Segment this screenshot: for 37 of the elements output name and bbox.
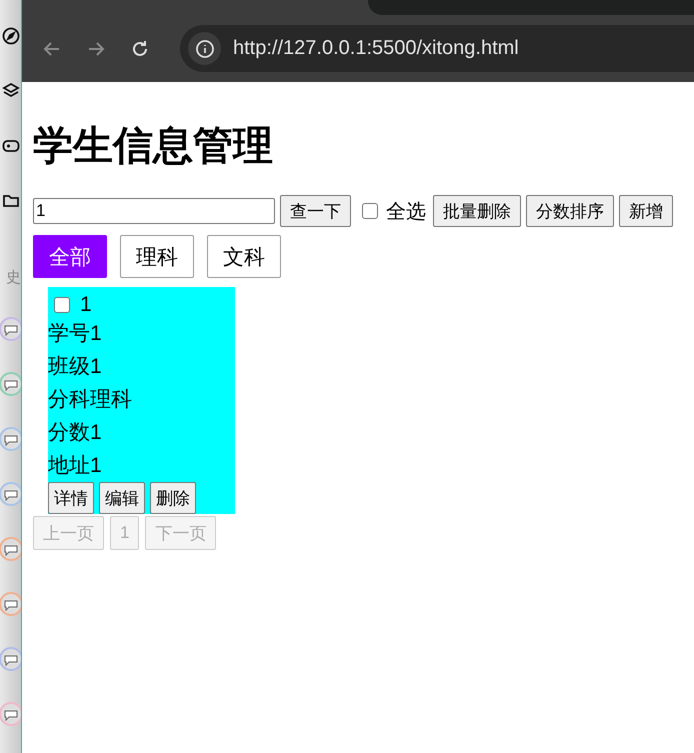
card-action-button[interactable]: 编辑 [99,482,145,514]
chat-bubble-icon[interactable] [0,427,21,451]
address-bar[interactable]: http://127.0.0.1:5500/xitong.html [180,25,694,72]
chat-bubble-icon[interactable] [0,372,21,396]
folder-icon[interactable] [2,192,20,210]
filter-tab[interactable]: 理科 [120,235,194,278]
filter-tab[interactable]: 全部 [33,235,107,278]
toolbar-button[interactable]: 分数排序 [526,195,614,227]
chat-bubble-icon[interactable] [0,592,21,616]
student-field: 地址1 [48,449,235,482]
student-field: 学号1 [48,317,235,350]
card-index: 1 [80,293,92,317]
student-field: 分科理科 [48,383,235,416]
search-field[interactable]: 1 [33,198,275,224]
student-field: 分数1 [48,416,235,449]
info-icon[interactable] [194,38,214,58]
layers-icon[interactable] [2,82,20,100]
chat-bubble-icon[interactable] [0,537,21,561]
compass-icon[interactable] [2,27,20,45]
chat-bubble-icon[interactable] [0,702,21,726]
card-action-button[interactable]: 详情 [48,482,94,514]
toolbar-button[interactable]: 查一下 [280,195,351,227]
reload-icon[interactable] [130,38,150,58]
toolbar-button[interactable]: 批量删除 [433,195,521,227]
chat-bubble-icon[interactable] [0,647,21,671]
card-action-button[interactable]: 删除 [150,482,196,514]
chat-bubble-icon[interactable] [0,317,21,341]
gamepad-icon[interactable] [2,137,20,155]
toolbar-button[interactable]: 新增 [619,195,673,227]
history-label: 史 [6,268,21,287]
select-all-checkbox[interactable] [362,203,378,219]
card-checkbox[interactable] [54,297,70,313]
chat-bubble-icon[interactable] [0,482,21,506]
student-field: 班级1 [48,350,235,383]
filter-tab[interactable]: 文科 [207,235,281,278]
select-all-label: 全选 [386,200,426,224]
page-title: 学生信息管理 [33,123,274,170]
